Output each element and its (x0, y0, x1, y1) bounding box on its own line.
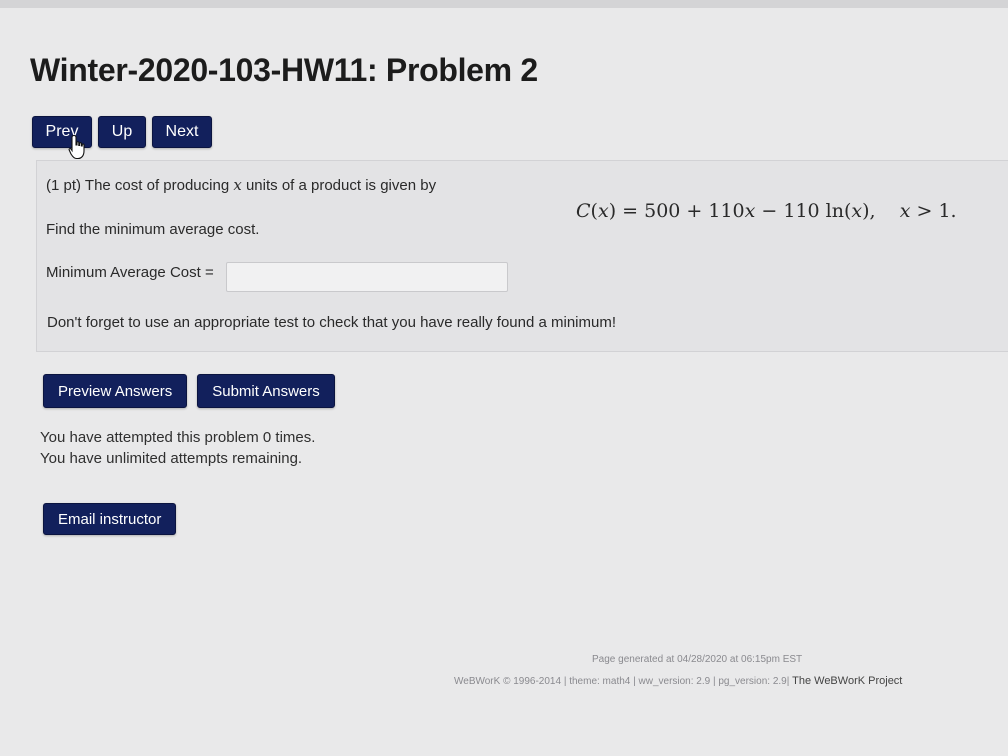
answer-label: Minimum Average Cost = (46, 264, 214, 281)
preview-answers-button[interactable]: Preview Answers (43, 374, 188, 408)
hand-pointer-icon (68, 134, 85, 160)
minimum-average-cost-input[interactable] (226, 262, 508, 292)
problem-nav: Prev Up Next (32, 116, 212, 148)
email-instructor-button[interactable]: Email instructor (43, 503, 177, 535)
top-bar (0, 0, 1008, 8)
footer-generated: Page generated at 04/28/2020 at 06:15pm … (592, 654, 803, 665)
cost-formula: C(x) = 500 + 110x − 110 ln(x), x > 1. (576, 200, 957, 222)
footer-copyright: WeBWorK © 1996-2014 | theme: math4 | ww_… (454, 676, 790, 687)
up-button[interactable]: Up (98, 116, 146, 148)
answer-actions: Preview Answers Submit Answers (43, 374, 335, 408)
next-button[interactable]: Next (152, 116, 212, 148)
problem-reminder: Don't forget to use an appropriate test … (47, 314, 617, 331)
attempts-count: You have attempted this problem 0 times. (40, 429, 316, 446)
attempts-info: You have attempted this problem 0 times.… (40, 427, 315, 469)
problem-intro: (1 pt) The cost of producing x units of … (46, 176, 437, 194)
webwork-project-link[interactable]: The WeBWorK Project (792, 675, 902, 687)
page-title: Winter-2020-103-HW11: Problem 2 (30, 52, 538, 88)
attempts-remaining: You have unlimited attempts remaining. (40, 450, 303, 467)
problem-task: Find the minimum average cost. (46, 221, 260, 238)
submit-answers-button[interactable]: Submit Answers (197, 374, 335, 408)
footer-info: WeBWorK © 1996-2014 | theme: math4 | ww_… (454, 675, 902, 687)
